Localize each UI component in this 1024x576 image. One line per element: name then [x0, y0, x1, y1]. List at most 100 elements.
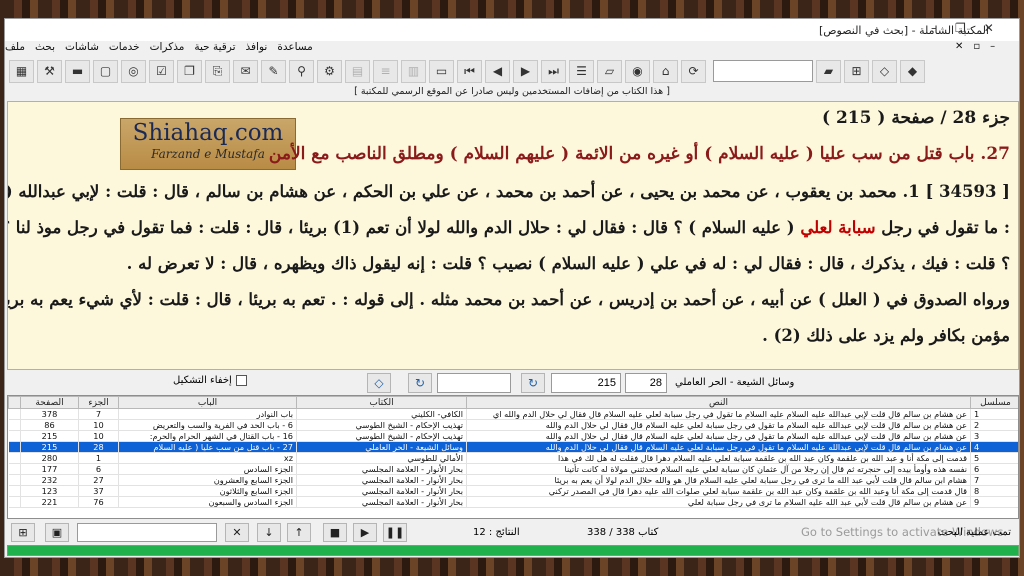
export-icon[interactable]: ⎘: [205, 59, 230, 83]
hide-diacritics-toggle[interactable]: إخفاء التشكيل: [173, 375, 247, 386]
row-marker: [8, 474, 21, 486]
book-icon[interactable]: ▬: [65, 59, 90, 83]
grid-header-part[interactable]: الجزء: [78, 396, 119, 409]
move-up-icon[interactable]: ↑: [287, 523, 311, 542]
binoculars-search-icon[interactable]: ◉: [625, 59, 650, 83]
search-field-1[interactable]: [437, 373, 511, 393]
book-open-icon[interactable]: ◇: [367, 373, 391, 393]
cell-serial: 2: [970, 419, 1018, 431]
table-row[interactable]: 123 37 الجزء السابع والثلاثون بحار الأنوار …: [8, 485, 1018, 497]
first-page-icon[interactable]: ⏮: [457, 59, 482, 83]
open-book-icon[interactable]: ▭: [429, 59, 454, 83]
binoculars-icon[interactable]: ◎: [121, 59, 146, 83]
home-icon[interactable]: ⌂: [653, 59, 678, 83]
stop-icon[interactable]: ■: [323, 523, 347, 542]
page-number-input[interactable]: [551, 373, 621, 393]
grid-header-book[interactable]: الكتاب: [296, 396, 467, 409]
menu-search[interactable]: بحث: [35, 41, 55, 57]
cell-book: الكافي- الكليني: [296, 408, 467, 420]
grid-header-text[interactable]: النص: [466, 396, 971, 409]
go-page-refresh-icon[interactable]: ↻: [521, 373, 545, 393]
close-button[interactable]: ✕: [984, 21, 994, 35]
disabled-list-icon: ≡: [373, 59, 398, 83]
refresh-icon[interactable]: ⟳: [681, 59, 706, 83]
maximize-button[interactable]: ❐: [955, 21, 966, 35]
table-row[interactable]: 378 7 باب النوادر الكافي- الكليني عن هشام بن…: [8, 408, 1018, 420]
play-icon[interactable]: ▶: [353, 523, 377, 542]
table-row[interactable]: 215 10 16 - باب القتال في الشهر الحرام وال…: [8, 430, 1018, 442]
cell-serial: 7: [970, 474, 1018, 486]
cell-book: تهذيب الإحكام - الشيخ الطوسي: [296, 430, 467, 442]
pause-icon[interactable]: ❚❚: [383, 523, 407, 542]
table-row[interactable]: 221 76 الجزء السادس والسبعون بحار الأنوار -…: [8, 496, 1018, 508]
grid-header-chapter[interactable]: الباب: [118, 396, 297, 409]
mdi-close-button[interactable]: ✕: [955, 41, 963, 52]
book-notice: [ هذا الكتاب من إضافات المستخدمين وليس ص…: [354, 86, 670, 97]
results-table: الصفحة الجزء الباب الكتاب النص مسلسل 378…: [8, 396, 1018, 508]
cell-chapter: الجزء السابع والعشرون: [118, 474, 297, 486]
pencil-icon[interactable]: ✎: [261, 59, 286, 83]
folder-open-icon[interactable]: ▱: [597, 59, 622, 83]
minimize-button[interactable]: –: [931, 21, 937, 35]
table-row[interactable]: 280 1 xz الأمالي للطوسي قدمت إلى مكة أنا و ع…: [8, 452, 1018, 464]
book-gold-icon[interactable]: ◆: [900, 59, 925, 83]
row-marker: [8, 452, 21, 464]
cell-part: 27: [78, 474, 119, 486]
menu-notes[interactable]: مذكرات: [150, 41, 185, 57]
menu-help[interactable]: مساعدة: [277, 41, 312, 57]
last-page-icon[interactable]: ⏭: [541, 59, 566, 83]
row-marker: [8, 419, 21, 431]
table-row[interactable]: 86 10 6 - باب الحد في الفرية والسب والتعري…: [8, 419, 1018, 431]
table-row[interactable]: 232 27 الجزء السابع والعشرون بحار الأنوار -…: [8, 474, 1018, 486]
menu-windows[interactable]: نوافذ: [246, 41, 268, 57]
app-window: المكتبة الشاملة - [بحث في النصوص] – ❐ ✕ …: [4, 18, 1020, 558]
cell-serial: 9: [970, 496, 1018, 508]
book-close-icon[interactable]: ◇: [872, 59, 897, 83]
cell-page: 378: [20, 408, 79, 420]
tree-view-icon[interactable]: ⊞: [11, 523, 35, 542]
menu-services[interactable]: خدمات: [109, 41, 140, 57]
status-input[interactable]: [77, 523, 217, 542]
mdi-restore-button[interactable]: ▫: [973, 41, 980, 52]
part-number-input[interactable]: [625, 373, 667, 393]
go-part-refresh-icon[interactable]: ↻: [408, 373, 432, 393]
move-down-icon[interactable]: ↓: [257, 523, 281, 542]
grid-header-page[interactable]: الصفحة: [20, 396, 79, 409]
table-row[interactable]: 177 6 الجزء السادس بحار الأنوار - العلامة ا…: [8, 463, 1018, 475]
window-controls: – ❐ ✕: [931, 21, 994, 35]
menu-file[interactable]: ملف: [5, 41, 25, 57]
copy-icon[interactable]: ❐: [177, 59, 202, 83]
cell-chapter: 6 - باب الحد في الفرية والسب والتعريض: [118, 419, 297, 431]
hide-diacritics-label: إخفاء التشكيل: [173, 375, 232, 386]
cell-book: وسائل الشيعة - الحر العاملي: [296, 441, 467, 453]
menu-screens[interactable]: شاشات: [65, 41, 99, 57]
tree-icon[interactable]: ⊞: [844, 59, 869, 83]
clear-icon[interactable]: ✕: [225, 523, 249, 542]
new-page-icon[interactable]: ▢: [93, 59, 118, 83]
logo-title: Shiahaq.com: [132, 120, 284, 146]
next-page-icon[interactable]: ▶: [513, 59, 538, 83]
tools-icon[interactable]: ⚒: [37, 59, 62, 83]
menu-live-update[interactable]: ترقية حية: [194, 41, 235, 57]
folder-new-icon[interactable]: ▰: [816, 59, 841, 83]
index-icon[interactable]: ☰: [569, 59, 594, 83]
mdi-minimize-button[interactable]: –: [990, 41, 995, 52]
settings-icon[interactable]: ⚙: [317, 59, 342, 83]
cell-page: 215: [20, 441, 79, 453]
hide-diacritics-checkbox[interactable]: [235, 375, 247, 386]
cell-chapter: 27 - باب قتل من سب عليا ( عليه السلام: [118, 441, 297, 453]
previous-page-icon[interactable]: ◀: [485, 59, 510, 83]
table-row-selected[interactable]: 215 28 27 - باب قتل من سب عليا ( عليه السل…: [8, 441, 1018, 453]
cell-text: عن هشام بن سالم قال قلت لإبي عبدالله علي…: [466, 408, 971, 420]
library-icon[interactable]: ▦: [9, 59, 34, 83]
cell-page: 215: [20, 430, 79, 442]
filter-icon[interactable]: ⚲: [289, 59, 314, 83]
results-grid: الصفحة الجزء الباب الكتاب النص مسلسل 378…: [7, 395, 1019, 519]
mail-icon[interactable]: ✉: [233, 59, 258, 83]
current-book-label: وسائل الشيعة - الحر العاملي: [675, 377, 795, 388]
grid-header-serial[interactable]: مسلسل: [970, 396, 1018, 409]
toolbar-search-input[interactable]: [713, 60, 813, 82]
save-icon[interactable]: ▣: [45, 523, 69, 542]
grid-header-scroll[interactable]: [8, 396, 21, 409]
checklist-icon[interactable]: ☑: [149, 59, 174, 83]
